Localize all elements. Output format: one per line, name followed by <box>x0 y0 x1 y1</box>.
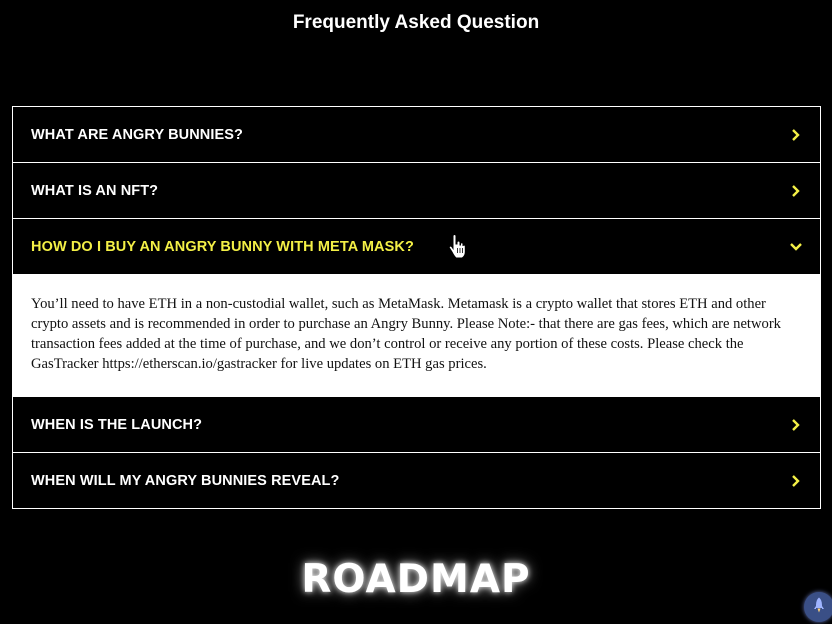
floating-action-button[interactable] <box>804 592 832 622</box>
page: Frequently Asked Question WHAT ARE ANGRY… <box>0 0 832 624</box>
faq-question-button[interactable]: HOW DO I BUY AN ANGRY BUNNY WITH META MA… <box>13 219 820 274</box>
chevron-right-icon <box>790 128 802 141</box>
chevron-right-icon <box>790 474 802 487</box>
faq-question-text: WHEN WILL MY ANGRY BUNNIES REVEAL? <box>31 472 340 489</box>
faq-item-expanded: HOW DO I BUY AN ANGRY BUNNY WITH META MA… <box>12 218 821 396</box>
faq-item: WHAT IS AN NFT? <box>12 162 821 218</box>
hand-pointer-icon <box>448 233 466 260</box>
roadmap-heading: ROADMAP <box>301 557 531 602</box>
rocket-icon <box>813 597 825 618</box>
faq-question-button[interactable]: WHAT IS AN NFT? <box>13 163 820 218</box>
faq-item: WHAT ARE ANGRY BUNNIES? <box>12 106 821 162</box>
faq-item: WHEN WILL MY ANGRY BUNNIES REVEAL? <box>12 452 821 509</box>
faq-question-text: WHAT IS AN NFT? <box>31 182 159 199</box>
chevron-down-icon <box>790 241 802 253</box>
faq-answer-text: You’ll need to have ETH in a non-custodi… <box>13 274 820 396</box>
faq-question-button[interactable]: WHEN IS THE LAUNCH? <box>13 397 820 452</box>
faq-question-button[interactable]: WHEN WILL MY ANGRY BUNNIES REVEAL? <box>13 453 820 508</box>
faq-accordion: WHAT ARE ANGRY BUNNIES? WHAT IS AN NFT? … <box>12 106 821 509</box>
faq-question-text: WHAT ARE ANGRY BUNNIES? <box>31 126 244 143</box>
faq-question-button[interactable]: WHAT ARE ANGRY BUNNIES? <box>13 107 820 162</box>
faq-question-text: HOW DO I BUY AN ANGRY BUNNY WITH META MA… <box>31 238 414 255</box>
faq-item: WHEN IS THE LAUNCH? <box>12 396 821 452</box>
chevron-right-icon <box>790 184 802 197</box>
faq-title: Frequently Asked Question <box>292 12 540 33</box>
faq-question-text: WHEN IS THE LAUNCH? <box>31 416 203 433</box>
chevron-right-icon <box>790 418 802 431</box>
